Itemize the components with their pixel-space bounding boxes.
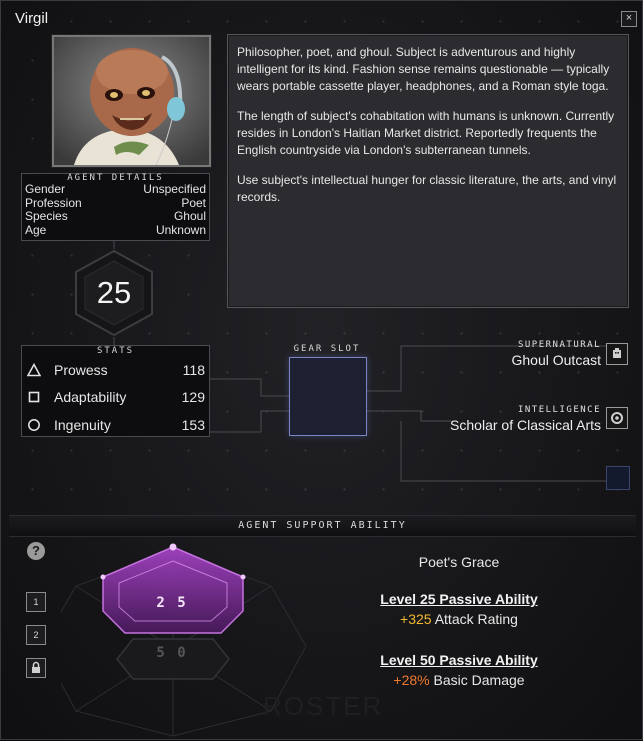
detail-row-age: Age Unknown bbox=[22, 222, 209, 238]
tier-1-button[interactable]: 1 bbox=[26, 592, 46, 612]
support-ability-header: AGENT SUPPORT ABILITY bbox=[9, 515, 636, 537]
detail-row-profession: Profession Poet bbox=[22, 195, 209, 211]
description-paragraph: Use subject's intellectual hunger for cl… bbox=[237, 173, 617, 204]
detail-label: Age bbox=[25, 222, 47, 237]
stat-row-ingenuity: Ingenuity 153 bbox=[22, 413, 209, 437]
gear-slot[interactable] bbox=[289, 357, 367, 436]
description-paragraph: The length of subject's cohabitation wit… bbox=[237, 109, 615, 157]
ability-name: Poet's Grace bbox=[418, 554, 500, 570]
tier-1-indicator: 2 5 bbox=[156, 595, 188, 611]
trait-category-supernatural: SUPERNATURAL bbox=[517, 340, 601, 350]
stat-label: Ingenuity bbox=[54, 417, 111, 433]
detail-row-gender: Gender Unspecified bbox=[22, 182, 209, 197]
lock-icon bbox=[26, 658, 46, 678]
trait-name-intelligence: Scholar of Classical Arts bbox=[450, 417, 601, 433]
help-button[interactable]: ? bbox=[27, 542, 45, 560]
empty-trait-slot[interactable] bbox=[606, 466, 630, 490]
stat-value: 118 bbox=[182, 362, 205, 378]
level-50-effect: +28% Basic Damage bbox=[331, 672, 587, 688]
level-25-heading: Level 25 Passive Ability bbox=[380, 591, 538, 607]
close-button[interactable]: × bbox=[621, 11, 637, 27]
roster-watermark: ROSTER bbox=[263, 691, 384, 721]
description-paragraph: Philosopher, poet, and ghoul. Subject is… bbox=[237, 45, 610, 93]
level-50-heading: Level 50 Passive Ability bbox=[380, 652, 538, 668]
circle-icon bbox=[28, 419, 40, 431]
support-ability-title: AGENT SUPPORT ABILITY bbox=[238, 520, 407, 531]
agent-description-panel: Philosopher, poet, and ghoul. Subject is… bbox=[227, 34, 629, 308]
detail-value: Unspecified bbox=[143, 182, 206, 196]
level-50-effect-label: Basic Damage bbox=[433, 672, 525, 688]
agent-level-badge: 25 bbox=[72, 249, 156, 337]
detail-label: Species bbox=[25, 209, 68, 223]
detail-value: Unknown bbox=[155, 222, 206, 237]
gear-slot-label: GEAR SLOT bbox=[293, 344, 361, 354]
detail-label: Gender bbox=[25, 182, 66, 196]
agent-window: Virgil × AGENT DETAILS Gender Unspecifie… bbox=[0, 0, 643, 740]
level-25-effect: +325 Attack Rating bbox=[331, 611, 587, 627]
agent-portrait bbox=[52, 35, 211, 167]
detail-row-species: Species Ghoul bbox=[22, 209, 209, 224]
intelligence-icon[interactable] bbox=[606, 407, 628, 429]
stat-row-adaptability: Adaptability 129 bbox=[22, 385, 209, 409]
square-icon bbox=[28, 391, 40, 403]
stat-label: Prowess bbox=[54, 362, 108, 378]
level-50-bonus: +28% bbox=[393, 672, 430, 688]
trait-category-intelligence: INTELLIGENCE bbox=[517, 405, 601, 415]
stat-row-prowess: Prowess 118 bbox=[22, 358, 209, 382]
level-25-bonus: +325 bbox=[400, 611, 432, 627]
stat-value: 153 bbox=[181, 417, 205, 433]
supernatural-icon[interactable] bbox=[606, 343, 628, 365]
stats-title: STATS bbox=[96, 346, 135, 356]
agent-level: 25 bbox=[96, 275, 132, 310]
stats-panel: STATS Prowess 118 Adaptability 129 Ingen… bbox=[21, 345, 210, 437]
triangle-icon bbox=[27, 363, 41, 377]
agent-details-panel: AGENT DETAILS Gender Unspecified Profess… bbox=[21, 173, 210, 241]
tier-2-indicator: 5 0 bbox=[156, 645, 188, 661]
window-title: Virgil bbox=[15, 10, 49, 27]
stat-value: 129 bbox=[181, 389, 205, 405]
level-25-effect-label: Attack Rating bbox=[434, 611, 518, 627]
stat-label: Adaptability bbox=[54, 389, 127, 405]
trait-name-supernatural: Ghoul Outcast bbox=[511, 352, 602, 368]
detail-label: Profession bbox=[25, 195, 82, 210]
tier-2-button[interactable]: 2 bbox=[26, 625, 46, 645]
detail-value: Ghoul bbox=[173, 209, 206, 223]
detail-value: Poet bbox=[181, 195, 206, 210]
